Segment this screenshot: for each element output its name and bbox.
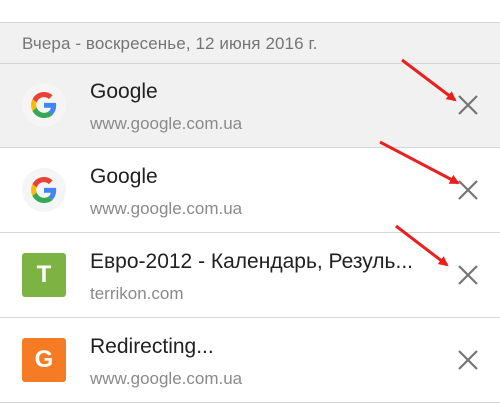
- history-item-title: Евро-2012 - Календарь, Резуль...: [90, 250, 413, 273]
- close-x-icon[interactable]: [456, 178, 480, 202]
- history-item-url: www.google.com.ua: [90, 199, 243, 218]
- google-g-icon: [22, 83, 66, 127]
- top-strip: [0, 0, 500, 23]
- history-item[interactable]: Google www.google.com.ua: [0, 64, 500, 148]
- date-header-label: Вчера - воскресенье, 12 июня 2016 г.: [22, 34, 318, 53]
- site-letter-icon: G: [22, 338, 66, 382]
- close-x-icon[interactable]: [456, 93, 480, 117]
- history-item-title: Redirecting...: [90, 335, 214, 358]
- close-x-icon[interactable]: [456, 263, 480, 287]
- history-item[interactable]: T Евро-2012 - Календарь, Резуль... terri…: [0, 234, 500, 318]
- close-x-icon[interactable]: [456, 348, 480, 372]
- site-letter-icon: T: [22, 253, 66, 297]
- history-item[interactable]: G Redirecting... www.google.com.ua: [0, 319, 500, 403]
- history-item-url: www.google.com.ua: [90, 114, 243, 133]
- history-item[interactable]: Google www.google.com.ua: [0, 149, 500, 233]
- date-section-header: Вчера - воскресенье, 12 июня 2016 г.: [0, 23, 500, 64]
- history-item-title: Google: [90, 80, 158, 103]
- history-item-url: terrikon.com: [90, 284, 184, 303]
- google-g-icon: [22, 168, 66, 212]
- history-item-title: Google: [90, 165, 158, 188]
- history-item-url: www.google.com.ua: [90, 369, 243, 388]
